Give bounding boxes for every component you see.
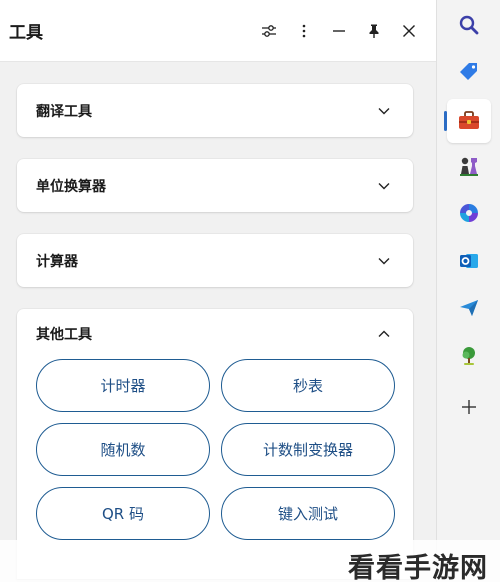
chevron-up-icon [377, 327, 391, 341]
tag-icon [460, 63, 477, 80]
section-title: 其他工具 [36, 327, 92, 343]
watermark-text: 看看手游网 [348, 553, 488, 582]
typing-test-button[interactable]: 键入测试 [221, 487, 395, 540]
search-icon [459, 15, 479, 35]
settings-sliders-button[interactable] [254, 16, 284, 46]
sidebar-tree[interactable] [447, 334, 491, 378]
chevron-down-icon [377, 254, 391, 268]
sidebar-outlook[interactable] [447, 239, 491, 283]
section-title: 计算器 [36, 253, 78, 270]
panel-header: 工具 [0, 0, 436, 62]
send-icon [460, 300, 478, 316]
tree-icon [462, 347, 475, 365]
active-indicator [444, 111, 447, 131]
sidebar-search[interactable] [447, 3, 491, 47]
sidebar-games[interactable] [447, 144, 491, 188]
toolbox-icon [459, 111, 479, 129]
section-title: 翻译工具 [36, 103, 92, 120]
chevron-down-icon [377, 179, 391, 193]
qr-code-button[interactable]: QR 码 [36, 487, 210, 540]
section-header-translation[interactable]: 翻译工具 [17, 84, 413, 137]
stopwatch-button[interactable]: 秒表 [221, 359, 395, 412]
pin-button[interactable] [359, 16, 389, 46]
tool-sections: 翻译工具 单位换算器 计算器 其他工具 计时器 秒表 随机数 计数制变换器 QR… [0, 62, 436, 579]
more-options-button[interactable] [289, 16, 319, 46]
sidebar-send[interactable] [447, 286, 491, 330]
copilot-icon [460, 204, 478, 222]
chevron-down-icon [377, 104, 391, 118]
more-vertical-icon [302, 24, 306, 37]
section-unit-converter: 单位换算器 [17, 159, 413, 212]
minimize-button[interactable] [324, 16, 354, 46]
sliders-icon [262, 24, 276, 37]
other-tools-grid: 计时器 秒表 随机数 计数制变换器 QR 码 键入测试 [17, 359, 413, 540]
close-button[interactable] [394, 16, 424, 46]
panel-title: 工具 [9, 23, 43, 43]
minimize-icon [333, 29, 345, 32]
section-calculator: 计算器 [17, 234, 413, 287]
section-header-calculator[interactable]: 计算器 [17, 234, 413, 287]
right-sidebar [438, 0, 500, 582]
base-converter-button[interactable]: 计数制变换器 [221, 423, 395, 476]
section-other-tools: 其他工具 计时器 秒表 随机数 计数制变换器 QR 码 键入测试 [17, 309, 413, 579]
section-title: 单位换算器 [36, 178, 106, 195]
sidebar-tools[interactable] [444, 99, 491, 143]
chess-icon [460, 157, 478, 176]
section-header-other-tools[interactable]: 其他工具 [17, 309, 413, 359]
close-icon [403, 24, 415, 37]
outlook-icon [460, 254, 478, 268]
timer-button[interactable]: 计时器 [36, 359, 210, 412]
random-number-button[interactable]: 随机数 [36, 423, 210, 476]
pin-icon [369, 24, 379, 38]
section-header-unit-converter[interactable]: 单位换算器 [17, 159, 413, 212]
plus-icon [462, 400, 476, 414]
sidebar-shopping[interactable] [447, 50, 491, 94]
sidebar-add[interactable] [447, 385, 491, 429]
sidebar-copilot[interactable] [447, 191, 491, 235]
tools-panel: 工具 翻译工具 单位换算器 计算器 其他工具 计时器 秒表 随机数 计数制变换器… [0, 0, 437, 582]
section-translation: 翻译工具 [17, 84, 413, 137]
